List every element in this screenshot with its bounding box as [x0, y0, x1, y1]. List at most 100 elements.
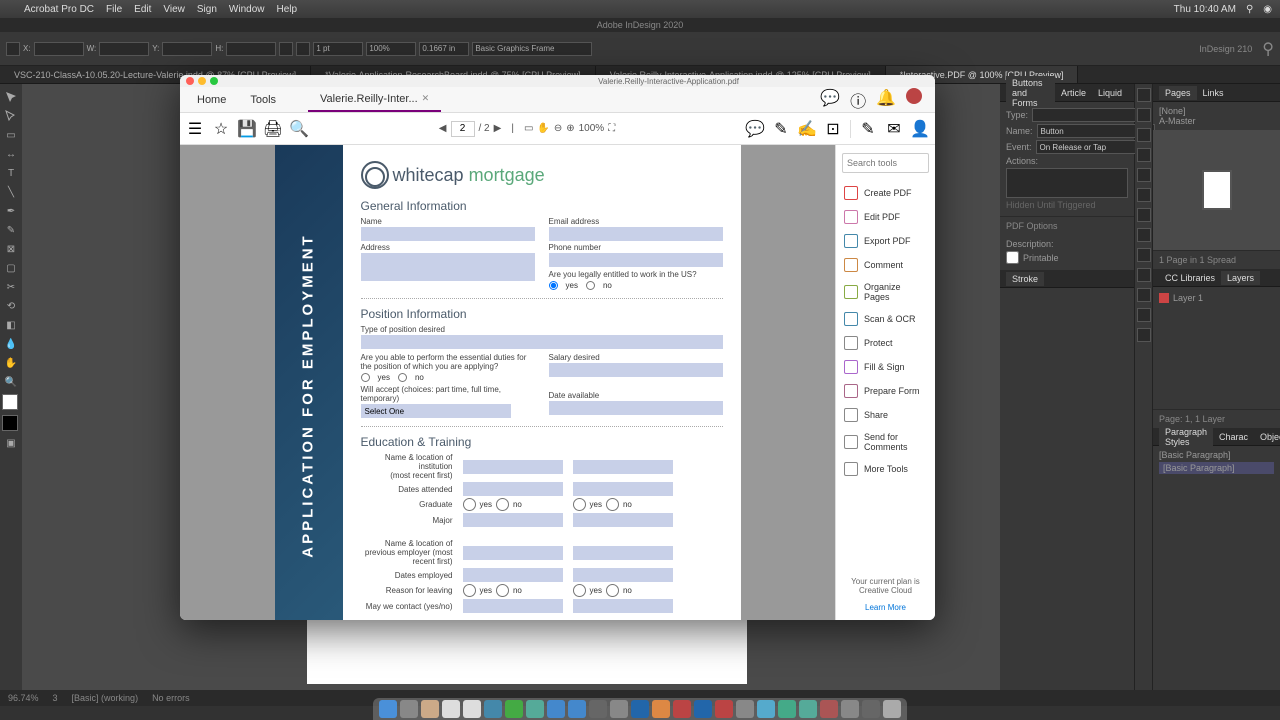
edit-icon[interactable]: ✎	[859, 120, 877, 138]
major1-field[interactable]	[463, 513, 563, 527]
rect-frame-icon[interactable]: ⊠	[1, 240, 21, 258]
print-icon[interactable]: 🖨	[264, 120, 282, 138]
dock-icon[interactable]	[1137, 168, 1151, 182]
reason2-yes[interactable]	[573, 584, 586, 597]
share-icon[interactable]: 👤	[911, 120, 929, 138]
select-tool-icon[interactable]: ▭	[524, 123, 533, 134]
tab-home[interactable]: Home	[185, 88, 238, 112]
safari-icon[interactable]	[484, 700, 502, 718]
avatar[interactable]	[906, 88, 922, 104]
acrobat-icon[interactable]	[715, 700, 733, 718]
zoom-out-icon[interactable]: ⊖	[554, 123, 562, 134]
dock-app-icon[interactable]	[547, 700, 565, 718]
printable-check[interactable]	[1006, 251, 1019, 264]
scale-field[interactable]	[366, 42, 416, 56]
menu-window[interactable]: Window	[229, 4, 265, 15]
indesign-icon[interactable]	[673, 700, 691, 718]
dateavail-field[interactable]	[549, 401, 723, 415]
comment-icon[interactable]: 💬	[746, 120, 764, 138]
menu-file[interactable]: File	[106, 4, 122, 15]
stroke-swatch[interactable]	[2, 415, 18, 431]
dim-field[interactable]	[419, 42, 469, 56]
menu-sign[interactable]: Sign	[197, 4, 217, 15]
hand-tool-icon[interactable]: ✋	[1, 354, 21, 372]
close-icon[interactable]	[186, 77, 194, 85]
reason2-no[interactable]	[606, 584, 619, 597]
salary-field[interactable]	[549, 363, 723, 377]
legal-no-radio[interactable]	[586, 281, 595, 290]
rtool-share[interactable]: Share	[842, 403, 929, 427]
tab-pages[interactable]: Pages	[1159, 86, 1197, 100]
zoom-in-icon[interactable]: ⊕	[566, 123, 574, 134]
layer-name[interactable]: Layer 1	[1173, 293, 1203, 303]
dock-app-icon[interactable]	[526, 700, 544, 718]
page-number-field[interactable]	[451, 121, 475, 137]
email-field[interactable]	[549, 227, 723, 241]
rtool-export-pdf[interactable]: Export PDF	[842, 229, 929, 253]
menu-edit[interactable]: Edit	[134, 4, 151, 15]
h-field[interactable]	[226, 42, 276, 56]
view-mode-icon[interactable]: ▣	[1, 434, 21, 452]
w-field[interactable]	[99, 42, 149, 56]
tab-buttons[interactable]: Buttons and Forms	[1006, 76, 1055, 110]
photoshop-icon[interactable]	[694, 700, 712, 718]
frame-type[interactable]	[472, 42, 592, 56]
emp1-field[interactable]	[463, 568, 563, 582]
grad2-no[interactable]	[606, 498, 619, 511]
finder-icon[interactable]	[379, 700, 397, 718]
trash-icon[interactable]	[883, 700, 901, 718]
tab-article[interactable]: Article	[1055, 86, 1092, 100]
tab-char[interactable]: Charac	[1213, 430, 1254, 444]
direct-select-icon[interactable]	[1, 107, 21, 125]
illustrator-icon[interactable]	[652, 700, 670, 718]
dock-icon[interactable]	[1137, 268, 1151, 282]
rotate-icon[interactable]	[296, 42, 310, 56]
workspace-label[interactable]: InDesign 210	[1199, 44, 1252, 54]
dock-app-icon[interactable]	[862, 700, 880, 718]
fit-icon[interactable]: ⛶	[608, 123, 615, 134]
dock-app-icon[interactable]	[820, 700, 838, 718]
close-tab-icon[interactable]: ✕	[422, 93, 430, 104]
type-field[interactable]	[1032, 108, 1150, 122]
siri-icon[interactable]: ◉	[1263, 4, 1272, 15]
tab-tools[interactable]: Tools	[238, 88, 288, 112]
accept-select[interactable]: Select One	[361, 404, 511, 418]
sidebar-toggle-icon[interactable]: ☰	[186, 120, 204, 138]
fill-swatch[interactable]	[2, 394, 18, 410]
rtool-send-for-comments[interactable]: Send for Comments	[842, 427, 929, 457]
constrain-icon[interactable]	[279, 42, 293, 56]
dates2-field[interactable]	[573, 482, 673, 496]
selection-tool-icon[interactable]	[6, 42, 20, 56]
reason1-no[interactable]	[496, 584, 509, 597]
grad1-no[interactable]	[496, 498, 509, 511]
mail-icon[interactable]: ✉	[885, 120, 903, 138]
actions-list[interactable]	[1006, 168, 1128, 198]
zoom-tool-icon[interactable]: 🔍	[1, 373, 21, 391]
star-icon[interactable]: ☆	[212, 120, 230, 138]
gradient-icon[interactable]: ◧	[1, 316, 21, 334]
grad1-yes[interactable]	[463, 498, 476, 511]
grad2-yes[interactable]	[573, 498, 586, 511]
rtool-fill-sign[interactable]: Fill & Sign	[842, 355, 929, 379]
save-icon[interactable]: 💾	[238, 120, 256, 138]
pages-master[interactable]: A-Master	[1159, 116, 1274, 126]
rtool-protect[interactable]: Protect	[842, 331, 929, 355]
search-doc-icon[interactable]: 🔍	[290, 120, 308, 138]
pen-tool-icon[interactable]: ✒	[1, 202, 21, 220]
stamp-icon[interactable]: ⊡	[824, 120, 842, 138]
dates1-field[interactable]	[463, 482, 563, 496]
emp2-field[interactable]	[573, 568, 673, 582]
dock-app-icon[interactable]	[589, 700, 607, 718]
type-tool-icon[interactable]: T	[1, 164, 21, 182]
duties-no-radio[interactable]	[398, 373, 407, 382]
dock-icon[interactable]	[1137, 88, 1151, 102]
rtool-more-tools[interactable]: More Tools	[842, 457, 929, 481]
postype-field[interactable]	[361, 335, 723, 349]
pdf-options[interactable]: PDF Options	[1000, 216, 1134, 235]
stroke-weight[interactable]	[313, 42, 363, 56]
dock-app-icon[interactable]	[757, 700, 775, 718]
rtool-comment[interactable]: Comment	[842, 253, 929, 277]
pages-thumbnails[interactable]	[1153, 130, 1280, 250]
address-field[interactable]	[361, 253, 535, 281]
legal-yes-radio[interactable]	[549, 281, 558, 290]
